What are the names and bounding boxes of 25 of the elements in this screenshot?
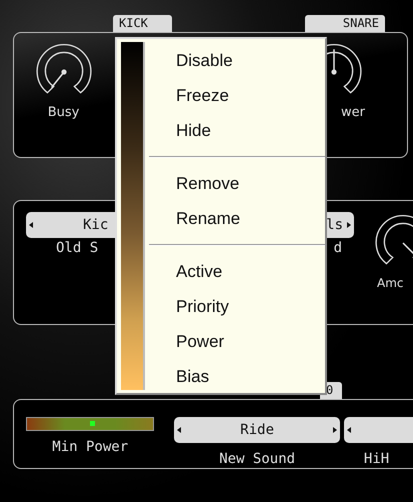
- menu-item[interactable]: Remove: [149, 166, 325, 201]
- left-arrow-icon: [177, 427, 182, 433]
- knob-label: Busy: [48, 105, 80, 120]
- sound-name: d: [334, 240, 342, 256]
- sound-selector[interactable]: Ride: [174, 417, 340, 443]
- right-arrow-icon: [347, 222, 351, 228]
- sound-name: New Sound: [218, 451, 296, 467]
- left-arrow-icon: [29, 222, 33, 228]
- menu-item[interactable]: Hide: [149, 113, 325, 148]
- right-arrow-icon: [332, 427, 337, 433]
- sound-selector[interactable]: [344, 417, 413, 443]
- selector-text: ls: [326, 217, 343, 233]
- knob-label: Amc: [377, 276, 404, 290]
- knob-label: wer: [341, 105, 365, 120]
- sound-name: HiH: [362, 451, 390, 467]
- menu-item[interactable]: Active: [149, 254, 325, 289]
- menu-item[interactable]: Priority: [149, 289, 325, 324]
- selector-text: Kic: [83, 217, 108, 233]
- slider-label: Min Power: [51, 439, 130, 455]
- menu-item[interactable]: Disable: [149, 43, 325, 78]
- left-arrow-icon: [346, 427, 351, 433]
- menu-item[interactable]: Power: [149, 324, 325, 359]
- sound-name: Old S: [56, 240, 98, 256]
- menu-item[interactable]: Rename: [149, 201, 325, 236]
- menu-item[interactable]: Freeze: [149, 78, 325, 113]
